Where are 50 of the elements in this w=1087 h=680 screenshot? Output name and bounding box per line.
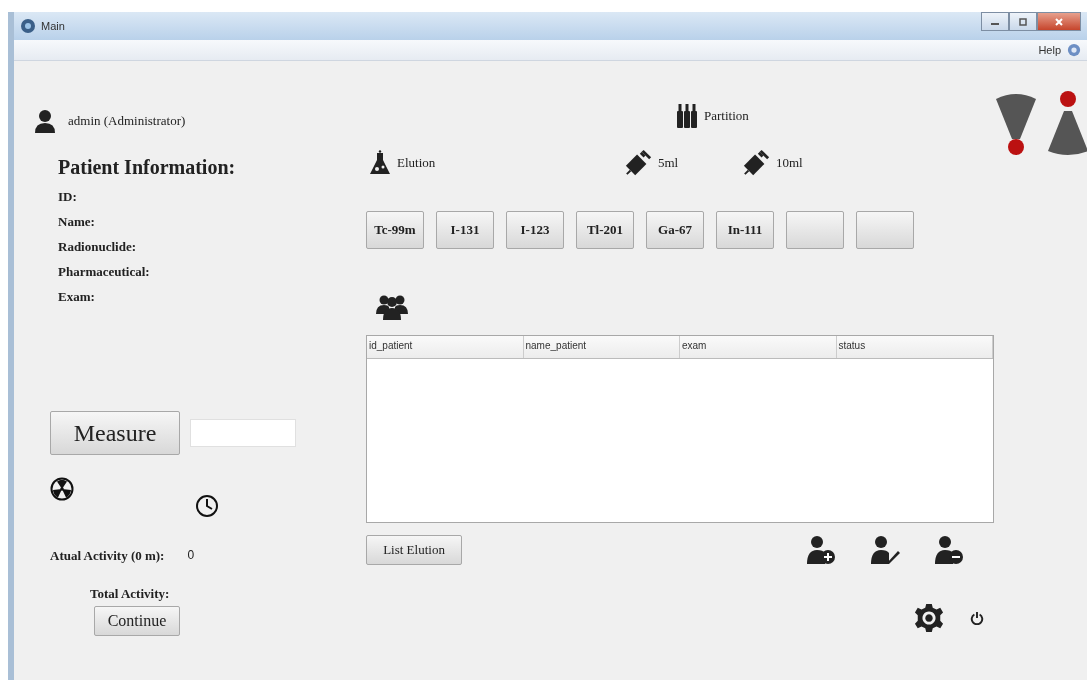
field-label: Radionuclide:: [58, 239, 137, 255]
measure-button[interactable]: Measure: [50, 411, 180, 455]
app-icon: [20, 18, 36, 34]
column-header[interactable]: exam: [680, 336, 837, 358]
total-activity-label: Total Activity:: [90, 586, 170, 602]
activity-label: Atual Activity (0 m):: [50, 548, 165, 564]
measure-field[interactable]: [190, 419, 296, 447]
activity-value: 0: [187, 548, 195, 564]
settings-icon[interactable]: [914, 603, 944, 633]
maximize-icon: [1018, 16, 1028, 27]
field-label: Name:: [58, 214, 96, 230]
syringe-volume-label: 10ml: [776, 155, 803, 171]
radionuclide-button[interactable]: In-111: [716, 211, 774, 249]
power-icon[interactable]: [970, 611, 984, 625]
continue-button[interactable]: Continue: [94, 606, 180, 636]
radionuclide-button[interactable]: Tl-201: [576, 211, 634, 249]
window-title: Main: [41, 20, 65, 32]
field-label: Pharmaceutical:: [58, 264, 150, 280]
maximize-button[interactable]: [1009, 12, 1037, 31]
radionuclide-button[interactable]: I-123: [506, 211, 564, 249]
syringe-icon[interactable]: [742, 149, 770, 177]
help-menu[interactable]: Help: [1038, 44, 1061, 56]
close-icon: [1054, 16, 1064, 27]
syringe-icon[interactable]: [624, 149, 652, 177]
syringe-volume-label: 5ml: [658, 155, 679, 171]
radionuclide-button[interactable]: I-131: [436, 211, 494, 249]
edit-user-icon[interactable]: [870, 535, 900, 565]
elution-label: Elution: [397, 155, 436, 171]
radionuclide-button[interactable]: Ga-67: [646, 211, 704, 249]
radionuclide-button[interactable]: Tc-99m: [366, 211, 424, 249]
list-elution-button[interactable]: List Elution: [366, 535, 462, 565]
column-header[interactable]: name_patient: [523, 336, 680, 358]
minimize-icon: [991, 23, 999, 25]
user-name: admin (Administrator): [68, 113, 186, 129]
column-header[interactable]: id_patient: [367, 336, 524, 358]
partition-label: Partition: [704, 108, 749, 124]
add-user-icon[interactable]: [806, 535, 836, 565]
minimize-button[interactable]: [981, 12, 1009, 31]
radiation-icon: [50, 477, 74, 501]
flask-icon[interactable]: [369, 150, 391, 176]
user-icon: [34, 108, 56, 134]
clock-icon: [195, 494, 219, 518]
column-header[interactable]: status: [836, 336, 993, 358]
vials-icon[interactable]: [676, 103, 698, 129]
remove-user-icon[interactable]: [934, 535, 964, 565]
section-heading: Patient Information:: [58, 156, 236, 179]
close-button[interactable]: [1037, 12, 1081, 31]
field-label: Exam:: [58, 289, 96, 305]
help-icon[interactable]: [1067, 43, 1081, 57]
field-label: ID:: [58, 189, 78, 205]
